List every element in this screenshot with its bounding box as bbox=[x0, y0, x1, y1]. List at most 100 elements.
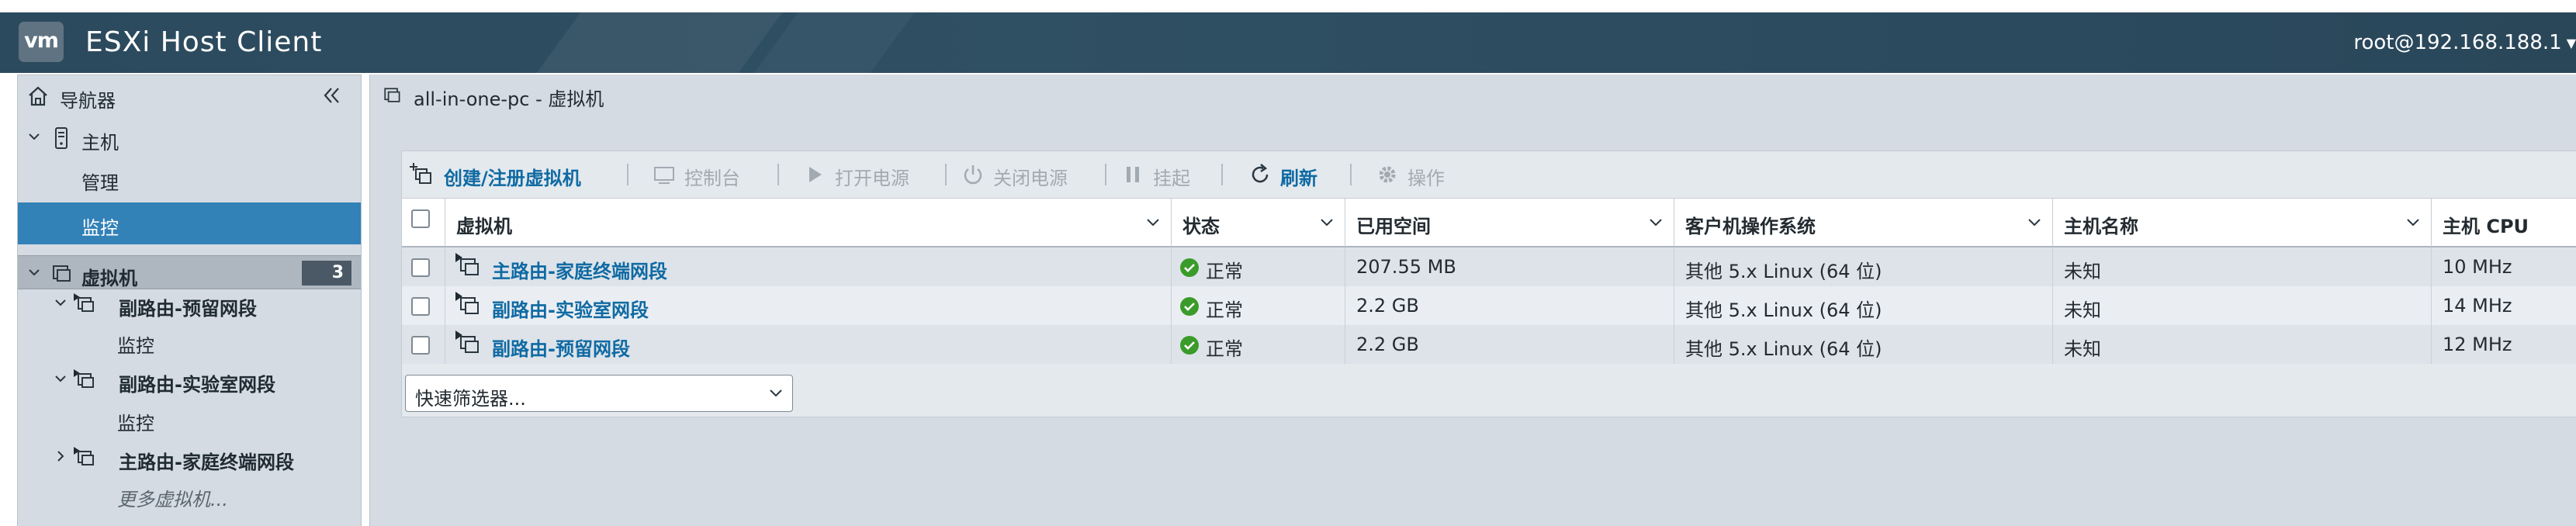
guest-os-text: 其他 5.x Linux (64 位) bbox=[1685, 299, 1882, 321]
sidebar-item-label: 监控 bbox=[117, 335, 154, 357]
column-header-label: 客户机操作系统 bbox=[1685, 216, 1816, 237]
toolbar-divider bbox=[627, 164, 628, 185]
vm-powered-on-icon bbox=[72, 292, 97, 317]
more-vms-link[interactable]: 更多虚拟机... bbox=[117, 484, 228, 511]
toolbar: 创建/注册虚拟机 控制台 打开电源 关闭电源 挂起 刷新 操作 bbox=[402, 151, 2576, 198]
sidebar-item-vm-monitor[interactable]: 监控 bbox=[18, 324, 361, 358]
hostname-text: 未知 bbox=[2064, 261, 2101, 282]
toolbar-label: 打开电源 bbox=[835, 168, 909, 189]
check-circle-icon bbox=[1180, 258, 1199, 277]
toolbar-label: 刷新 bbox=[1280, 168, 1317, 189]
guest-os-text: 其他 5.x Linux (64 位) bbox=[1685, 261, 1882, 282]
header-decoration bbox=[536, 12, 783, 73]
sidebar-item-label: 监控 bbox=[81, 217, 119, 239]
vm-name-link[interactable]: 主路由-家庭终端网段 bbox=[492, 256, 667, 283]
add-vm-icon bbox=[408, 162, 433, 187]
vmware-logo: vm bbox=[19, 22, 64, 62]
host-cpu-text: 12 MHz bbox=[2443, 334, 2512, 355]
column-header-label: 主机名称 bbox=[2064, 216, 2138, 237]
sidebar-item-vm[interactable]: 副路由-实验室网段 bbox=[18, 362, 361, 396]
status-cell: 正常 bbox=[1172, 325, 1345, 364]
chevron-down-icon[interactable] bbox=[27, 265, 41, 279]
column-header-label: 虚拟机 bbox=[456, 216, 512, 237]
row-checkbox[interactable] bbox=[411, 336, 430, 355]
select-all-checkbox[interactable] bbox=[411, 209, 430, 228]
column-header-used-space[interactable]: 已用空间 bbox=[1345, 199, 1674, 247]
toolbar-label: 关闭电源 bbox=[993, 168, 1068, 189]
hostname-cell: 未知 bbox=[2053, 247, 2432, 286]
refresh-icon bbox=[1248, 162, 1272, 187]
sidebar-item-vm[interactable]: 主路由-家庭终端网段 bbox=[18, 440, 361, 474]
sidebar-more-vms[interactable]: 更多虚拟机... bbox=[18, 477, 361, 511]
chevron-down-icon[interactable] bbox=[27, 130, 41, 144]
status-cell: 正常 bbox=[1172, 247, 1345, 286]
toolbar-label: 创建/注册虚拟机 bbox=[444, 168, 581, 189]
row-checkbox[interactable] bbox=[411, 258, 430, 277]
vm-name-cell: 副路由-预留网段 bbox=[445, 325, 1172, 364]
toolbar-divider bbox=[1105, 164, 1106, 185]
host-cpu-text: 10 MHz bbox=[2443, 256, 2512, 278]
column-header-vm[interactable]: 虚拟机 bbox=[445, 199, 1172, 247]
column-header-label: 状态 bbox=[1182, 216, 1220, 237]
column-header-hostname[interactable]: 主机名称 bbox=[2053, 199, 2432, 247]
navigator-sidebar: 导航器 主机 管理 监控 虚拟机 3 副路由-预留网段 监控 副路由-实验室网段… bbox=[17, 74, 362, 526]
sidebar-item-vm[interactable]: 副路由-预留网段 bbox=[18, 286, 361, 320]
chevron-down-icon[interactable] bbox=[1649, 217, 1663, 228]
vm-name-link[interactable]: 副路由-实验室网段 bbox=[492, 295, 649, 322]
page-title: all-in-one-pc - 虚拟机 bbox=[414, 88, 604, 110]
sidebar-item-host[interactable]: 主机 bbox=[18, 120, 361, 154]
sidebar-item-virtual-machines[interactable]: 虚拟机 3 bbox=[18, 255, 361, 289]
column-header-label: 已用空间 bbox=[1356, 216, 1431, 237]
table-row[interactable]: 副路由-预留网段 正常 2.2 GB 其他 5.x Linux (64 位) 未… bbox=[402, 325, 2576, 364]
main-panel: all-in-one-pc - 虚拟机 创建/注册虚拟机 控制台 打开电源 关闭… bbox=[369, 74, 2576, 526]
sidebar-item-label: 副路由-预留网段 bbox=[119, 298, 257, 320]
virtual-machines-icon bbox=[49, 261, 74, 286]
chevron-down-icon[interactable] bbox=[1146, 217, 1160, 228]
toolbar-divider bbox=[1221, 164, 1223, 185]
chevron-down-icon[interactable] bbox=[54, 372, 68, 386]
chevron-right-icon[interactable] bbox=[54, 449, 68, 463]
row-checkbox[interactable] bbox=[411, 297, 430, 316]
sidebar-item-vm-monitor[interactable]: 监控 bbox=[18, 401, 361, 435]
column-header-label: 主机 CPU bbox=[2443, 216, 2529, 237]
quick-filter-select[interactable]: 快速筛选器... bbox=[405, 375, 793, 412]
used-space-cell: 2.2 GB bbox=[1345, 286, 1674, 325]
table-row[interactable]: 副路由-实验室网段 正常 2.2 GB 其他 5.x Linux (64 位) … bbox=[402, 286, 2576, 325]
navigator-title: 导航器 bbox=[60, 90, 116, 112]
vm-powered-on-icon bbox=[453, 289, 486, 322]
virtual-machines-icon bbox=[381, 85, 403, 106]
sidebar-item-manage[interactable]: 管理 bbox=[18, 161, 361, 195]
column-header-status[interactable]: 状态 bbox=[1172, 199, 1345, 247]
status-text: 正常 bbox=[1206, 338, 1243, 360]
sidebar-item-label: 监控 bbox=[117, 413, 154, 434]
select-all-column bbox=[402, 199, 445, 247]
row-select-cell bbox=[402, 286, 445, 325]
pause-icon bbox=[1120, 162, 1145, 187]
guest-os-text: 其他 5.x Linux (64 位) bbox=[1685, 338, 1882, 360]
used-space-cell: 207.55 MB bbox=[1345, 247, 1674, 286]
table-row[interactable]: 主路由-家庭终端网段 正常 207.55 MB 其他 5.x Linux (64… bbox=[402, 247, 2576, 286]
chevron-down-icon[interactable] bbox=[769, 388, 783, 399]
top-strip bbox=[0, 0, 2576, 12]
guest-os-cell: 其他 5.x Linux (64 位) bbox=[1674, 325, 2053, 364]
chevron-down-icon[interactable] bbox=[1320, 217, 1334, 228]
vm-name-cell: 副路由-实验室网段 bbox=[445, 286, 1172, 325]
hostname-cell: 未知 bbox=[2053, 286, 2432, 325]
vm-name-link[interactable]: 副路由-预留网段 bbox=[492, 334, 630, 361]
column-header-host-cpu[interactable]: 主机 CPU bbox=[2432, 199, 2576, 247]
user-menu[interactable]: root@192.168.188.1 ▼ bbox=[2353, 31, 2576, 54]
chevron-down-icon[interactable] bbox=[2406, 217, 2420, 228]
vm-powered-on-icon bbox=[72, 368, 97, 393]
gear-icon bbox=[1375, 162, 1400, 187]
sidebar-item-monitor[interactable]: 监控 bbox=[18, 202, 361, 244]
row-select-cell bbox=[402, 325, 445, 364]
column-header-guest-os[interactable]: 客户机操作系统 bbox=[1674, 199, 2053, 247]
vm-powered-on-icon bbox=[453, 328, 486, 361]
chevron-down-icon[interactable] bbox=[2027, 217, 2041, 228]
toolbar-divider bbox=[945, 164, 947, 185]
collapse-navigator-icon[interactable] bbox=[320, 85, 342, 106]
guest-os-cell: 其他 5.x Linux (64 位) bbox=[1674, 247, 2053, 286]
hostname-cell: 未知 bbox=[2053, 325, 2432, 364]
chevron-down-icon[interactable] bbox=[54, 296, 68, 310]
host-icon bbox=[49, 126, 74, 151]
